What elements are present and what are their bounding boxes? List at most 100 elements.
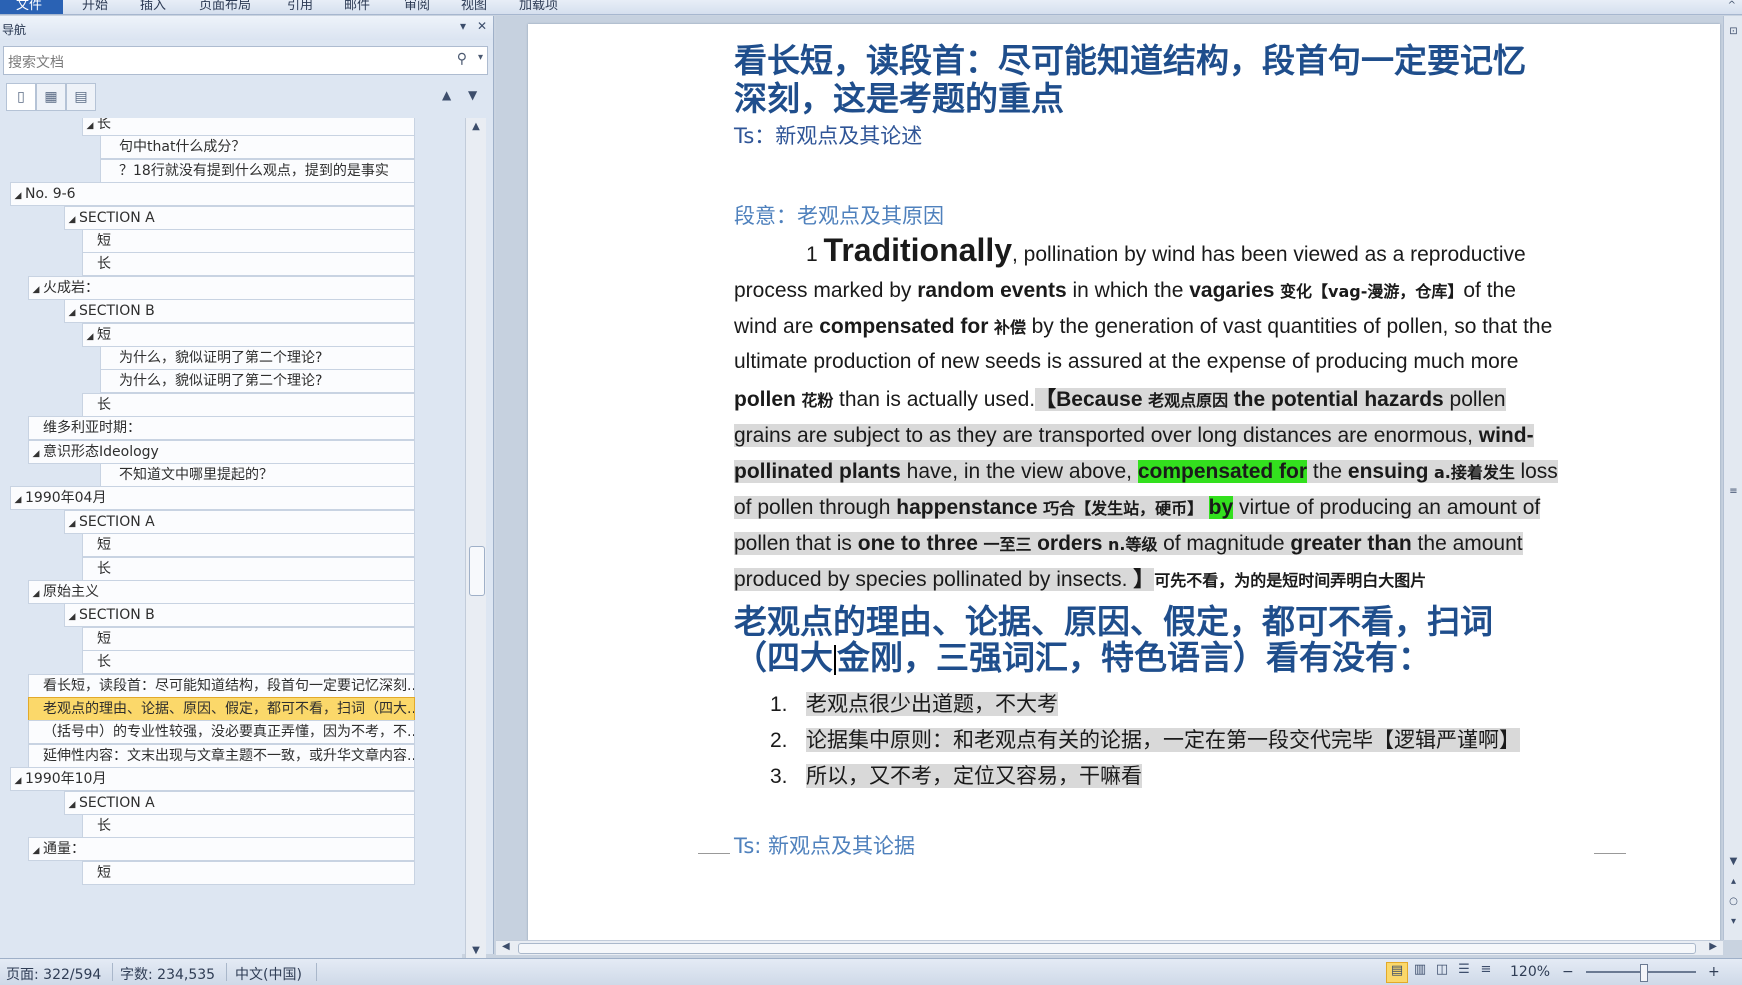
previous-heading-icon[interactable]: ▲ [442,88,451,102]
nav-tree-item[interactable]: 看长短，读段首：尽可能知道结构，段首句一定要记忆深刻... [28,673,415,698]
tab-insert[interactable]: 插入 [140,0,166,13]
nav-close-icon[interactable]: ✕ [477,19,487,33]
nav-tree-item[interactable]: 短 [82,229,415,253]
prev-page-icon[interactable]: ▴ [1724,876,1742,887]
collapse-triangle-icon[interactable]: ◢ [11,489,25,509]
collapse-triangle-icon[interactable]: ◢ [11,185,25,205]
nav-tree-item[interactable]: 短 [82,533,415,558]
nav-tree-item[interactable]: 维多利亚时期： [28,416,415,441]
scroll-left-icon[interactable]: ◀ [502,941,510,952]
nav-scrollbar[interactable]: ▲ ▼ [465,118,486,960]
doc-scroll-thumb[interactable]: ≡ [1724,486,1742,497]
tab-page-layout[interactable]: 页面布局 [199,0,251,13]
pages-view-icon[interactable]: ▦ [36,83,66,111]
nav-tree-item[interactable]: ◢ SECTION A [64,205,415,230]
doc-horizontal-scrollbar[interactable]: ◀ ▶ [496,940,1723,955]
nav-tree-item[interactable]: 为什么，貌似证明了第二个理论? [100,369,415,394]
vertical-ruler-scroll[interactable]: ⊡ ≡ ▼ ▴ ○ ▾ [1723,16,1742,940]
zoom-level[interactable]: 120% [1510,964,1550,980]
draft-icon[interactable]: ≡ [1476,962,1496,981]
tab-references[interactable]: 引用 [287,0,313,13]
tab-review[interactable]: 审阅 [404,0,430,13]
nav-tree-item[interactable]: ◢ 火成岩： [28,275,415,300]
nav-tree-item[interactable]: ◢ 1990年04月 [10,486,415,511]
results-view-icon[interactable]: ▤ [66,83,96,111]
zoom-slider-thumb[interactable] [1640,964,1648,982]
zoom-out-icon[interactable]: − [1562,964,1574,980]
ribbon-minimize-icon[interactable]: ^ [1728,0,1736,11]
collapse-triangle-icon[interactable]: ◢ [29,443,43,463]
tab-view[interactable]: 视图 [461,0,487,13]
collapse-triangle-icon[interactable]: ◢ [65,606,79,626]
nav-tree-item[interactable]: 长 [82,814,415,838]
nav-tree-item[interactable]: 长 [82,650,415,675]
hscroll-thumb[interactable] [518,943,1696,954]
nav-tree-item[interactable]: 不知道文中哪里提起的？ [100,463,415,487]
nav-tree-item[interactable]: ◢ No. 9-6 [10,182,415,207]
text: in which the [1066,279,1190,302]
outline-icon[interactable]: ☰ [1454,962,1474,981]
collapse-triangle-icon[interactable]: ◢ [83,118,97,135]
nav-tree-item[interactable]: （括号中）的专业性较强，没必要真正弄懂，因为不考，不... [28,720,415,745]
tab-file[interactable]: 文件 [0,0,63,14]
nav-tree-item[interactable]: 句中that什么成分？ [100,135,415,160]
nav-tree-item[interactable]: 长 [82,252,415,277]
language[interactable]: 中文(中国) [235,964,302,984]
nav-tree-item[interactable]: 长 [82,392,415,417]
print-layout-icon[interactable]: ▤ [1386,962,1408,983]
search-options-icon[interactable]: ▾ [478,52,483,63]
bold-text: one to three [857,532,978,555]
full-screen-reading-icon[interactable]: ▥ [1410,962,1430,981]
view-ruler-icon[interactable]: ⊡ [1724,26,1742,37]
nav-tree-item[interactable]: 老观点的理由、论据、原因、假定，都可不看，扫词（四大... [28,697,415,721]
nav-tree-item[interactable]: ？18行就没有提到什么观点，提到的是事实 [100,158,415,183]
headings-view-icon[interactable]: ▯ [6,83,36,111]
collapse-triangle-icon[interactable]: ◢ [29,279,43,299]
collapse-triangle-icon[interactable]: ◢ [65,794,79,814]
zoom-in-icon[interactable]: + [1708,964,1720,980]
nav-tree-item[interactable]: 短 [82,860,415,885]
nav-tree-item[interactable]: 为什么，貌似证明了第二个理论? [100,346,415,370]
nav-header: 导航 ▾ ✕ [0,16,493,40]
nav-tree-item[interactable]: 短 [82,626,415,651]
tab-addins[interactable]: 加载项 [519,0,558,13]
nav-tree-item[interactable]: ◢ SECTION A [64,790,415,815]
nav-tree-item[interactable]: ◢ SECTION A [64,509,415,534]
highlight-text: compensated for [1137,460,1308,483]
collapse-triangle-icon[interactable]: ◢ [29,583,43,603]
document-page[interactable]: 看长短，读段首：尽可能知道结构，段首句一定要记忆 深刻，这是考题的重点 Ts：新… [528,24,1720,940]
scroll-right-icon[interactable]: ▶ [1709,941,1717,952]
browse-object-icon[interactable]: ○ [1724,896,1742,907]
scroll-up-icon[interactable]: ▲ [466,118,486,136]
collapse-triangle-icon[interactable]: ◢ [65,209,79,229]
nav-tree-item[interactable]: 长 [82,556,415,581]
collapse-triangle-icon[interactable]: ◢ [65,513,79,533]
nav-tree-item[interactable]: ◢ SECTION B [64,603,415,628]
collapse-triangle-icon[interactable]: ◢ [65,302,79,322]
page-count[interactable]: 页面: 322/594 [6,964,101,984]
nav-tree-item[interactable]: ◢ 短 [82,322,415,347]
nav-tree-item[interactable]: ◢ SECTION B [64,299,415,324]
nav-tree-item[interactable]: ◢ 意识形态Ideology [28,439,415,464]
collapse-triangle-icon[interactable]: ◢ [83,326,97,346]
p1-line8: of pollen through happenstance 巧合【发生站，硬币… [734,490,1541,527]
nav-tree-item[interactable]: ◢ 长 [82,118,415,136]
collapse-triangle-icon[interactable]: ◢ [11,770,25,790]
next-page-icon[interactable]: ▾ [1724,916,1742,927]
nav-scroll-thumb[interactable] [469,546,485,596]
web-layout-icon[interactable]: ◫ [1432,962,1452,981]
nav-dropdown-icon[interactable]: ▾ [460,19,466,33]
collapse-triangle-icon[interactable]: ◢ [29,840,43,860]
nav-tree-item-label: （括号中）的专业性较强，没必要真正弄懂，因为不考，不... [43,724,415,741]
nav-tree-item[interactable]: 延伸性内容：文末出现与文章主题不一致，或升华文章内容... [28,743,415,768]
nav-tree-item[interactable]: ◢ 通量： [28,837,415,862]
tab-mailings[interactable]: 邮件 [344,0,370,13]
tab-home[interactable]: 开始 [82,0,108,13]
doc-scroll-down-icon[interactable]: ▼ [1724,856,1742,867]
search-icon[interactable]: ⚲ [457,51,467,67]
next-heading-icon[interactable]: ▼ [468,88,477,102]
nav-tree-item[interactable]: ◢ 1990年10月 [10,767,415,792]
nav-tree-item[interactable]: ◢ 原始主义 [28,580,415,604]
nav-search-input[interactable]: 搜索文档 ⚲ ▾ [3,46,488,75]
word-count[interactable]: 字数: 234,535 [120,964,215,984]
